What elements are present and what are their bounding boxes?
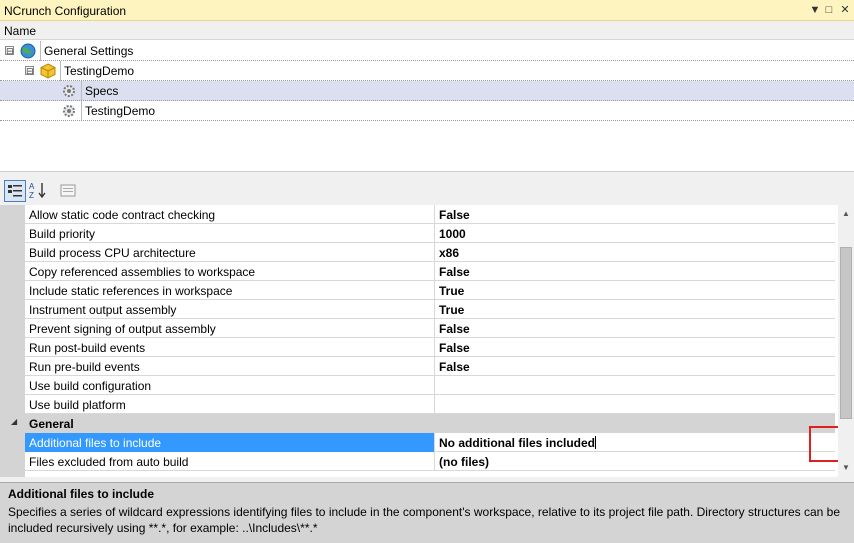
property-row[interactable]: Build process CPU architecture x86 [25,243,835,262]
property-name: Use build configuration [29,379,152,393]
property-name: Use build platform [29,398,126,412]
property-value[interactable]: 1000 [439,227,466,241]
alphabetical-sort-icon[interactable]: AZ [28,180,50,202]
property-grid: Allow static code contract checking False… [0,205,838,477]
scrollbar-thumb[interactable] [840,247,852,419]
project-gear-icon [61,83,77,99]
column-divider [434,452,435,471]
property-row[interactable]: Run pre-build events False [25,357,835,376]
property-name: Build process CPU architecture [29,246,196,260]
column-divider [434,300,435,319]
column-divider [434,319,435,338]
property-row[interactable]: Prevent signing of output assembly False [25,319,835,338]
property-name: Files excluded from auto build [29,455,189,469]
dropdown-icon[interactable]: ▼ [808,3,822,17]
column-divider [434,376,435,395]
categorized-view-icon[interactable] [4,180,26,202]
category-expander-icon[interactable]: ◢ [11,417,17,426]
column-divider [434,262,435,281]
tree-item-label: TestingDemo [85,104,156,118]
tree-divider [40,41,41,61]
tree-item-testingdemo-project[interactable]: TestingDemo [0,101,854,121]
property-name: Build priority [29,227,96,241]
tree-divider [60,61,61,81]
column-divider [434,433,435,452]
column-header-name: Name [4,24,37,38]
solution-cube-icon [40,63,56,79]
description-title: Additional files to include [8,487,155,501]
scroll-down-icon[interactable]: ▼ [841,463,851,473]
property-name: Copy referenced assemblies to workspace [29,265,256,279]
column-divider [434,338,435,357]
description-text: Specifies a series of wildcard expressio… [8,505,841,535]
property-row-files-excluded[interactable]: Files excluded from auto build (no files… [25,452,835,471]
maximize-icon[interactable]: □ [822,3,836,17]
property-name: Instrument output assembly [29,303,177,317]
property-value: (no files) [439,455,489,469]
property-row[interactable]: Build priority 1000 [25,224,835,243]
property-value[interactable]: False [439,341,470,355]
column-divider [434,395,435,414]
property-name: Run pre-build events [29,360,140,374]
property-value[interactable]: True [439,284,464,298]
property-name: Allow static code contract checking [29,208,216,222]
window-title: NCrunch Configuration [4,4,127,18]
scroll-up-icon[interactable]: ▲ [841,209,851,219]
property-row[interactable]: Include static references in workspace Tr… [25,281,835,300]
grid-gutter [0,205,25,477]
property-value[interactable]: True [439,303,464,317]
property-name: Run post-build events [29,341,146,355]
category-general[interactable]: ◢ General [0,414,835,433]
property-row[interactable]: Run post-build events False [25,338,835,357]
property-row[interactable]: Use build configuration [25,376,835,395]
configuration-tree: ⊟ General Settings ⊟ TestingDemo Specs T… [0,40,854,172]
text-caret [595,436,597,449]
tree-item-label: TestingDemo [64,64,135,78]
tree-item-testingdemo-solution[interactable]: ⊟ TestingDemo [0,61,854,81]
vertical-scrollbar[interactable]: ▲ ▼ [838,205,854,477]
collapse-icon[interactable]: ⊟ [5,46,14,56]
close-icon[interactable]: ✕ [838,3,852,17]
window-titlebar: NCrunch Configuration ▼ □ ✕ [0,0,854,21]
column-divider [434,357,435,376]
column-divider [434,205,435,224]
category-label: General [29,417,74,431]
tree-item-label: Specs [85,84,119,98]
tree-item-label: General Settings [44,44,134,58]
svg-text:Z: Z [29,191,34,200]
property-value[interactable]: False [439,265,470,279]
svg-text:A: A [29,182,35,191]
property-row[interactable]: Allow static code contract checking False [25,205,835,224]
project-gear-icon [61,103,77,119]
property-row[interactable]: Use build platform [25,395,835,414]
property-grid-toolbar: AZ [0,178,854,204]
property-row-additional-files[interactable]: Additional files to include No additiona… [25,433,835,452]
column-header[interactable]: Name [0,21,854,40]
property-name: Include static references in workspace [29,284,233,298]
property-name: Prevent signing of output assembly [29,322,216,336]
property-value[interactable]: False [439,322,470,336]
tree-divider [81,101,82,121]
description-panel: Additional files to include Specifies a … [0,482,854,543]
column-divider [434,224,435,243]
property-row[interactable]: Copy referenced assemblies to workspace F… [25,262,835,281]
collapse-icon[interactable]: ⊟ [25,66,34,76]
tree-item-specs[interactable]: Specs [0,81,854,101]
property-value[interactable]: False [439,360,470,374]
column-divider [434,281,435,300]
property-name: Additional files to include [29,436,162,450]
globe-icon [20,43,36,59]
property-pages-icon[interactable] [58,180,80,202]
row-divider [0,120,854,121]
property-row[interactable]: Instrument output assembly True [25,300,835,319]
column-divider [434,243,435,262]
property-value[interactable]: False [439,208,470,222]
property-value[interactable]: x86 [439,246,459,260]
property-value-input[interactable]: No additional files included [439,436,597,450]
tree-divider [81,81,82,101]
tree-item-general-settings[interactable]: ⊟ General Settings [0,41,854,61]
